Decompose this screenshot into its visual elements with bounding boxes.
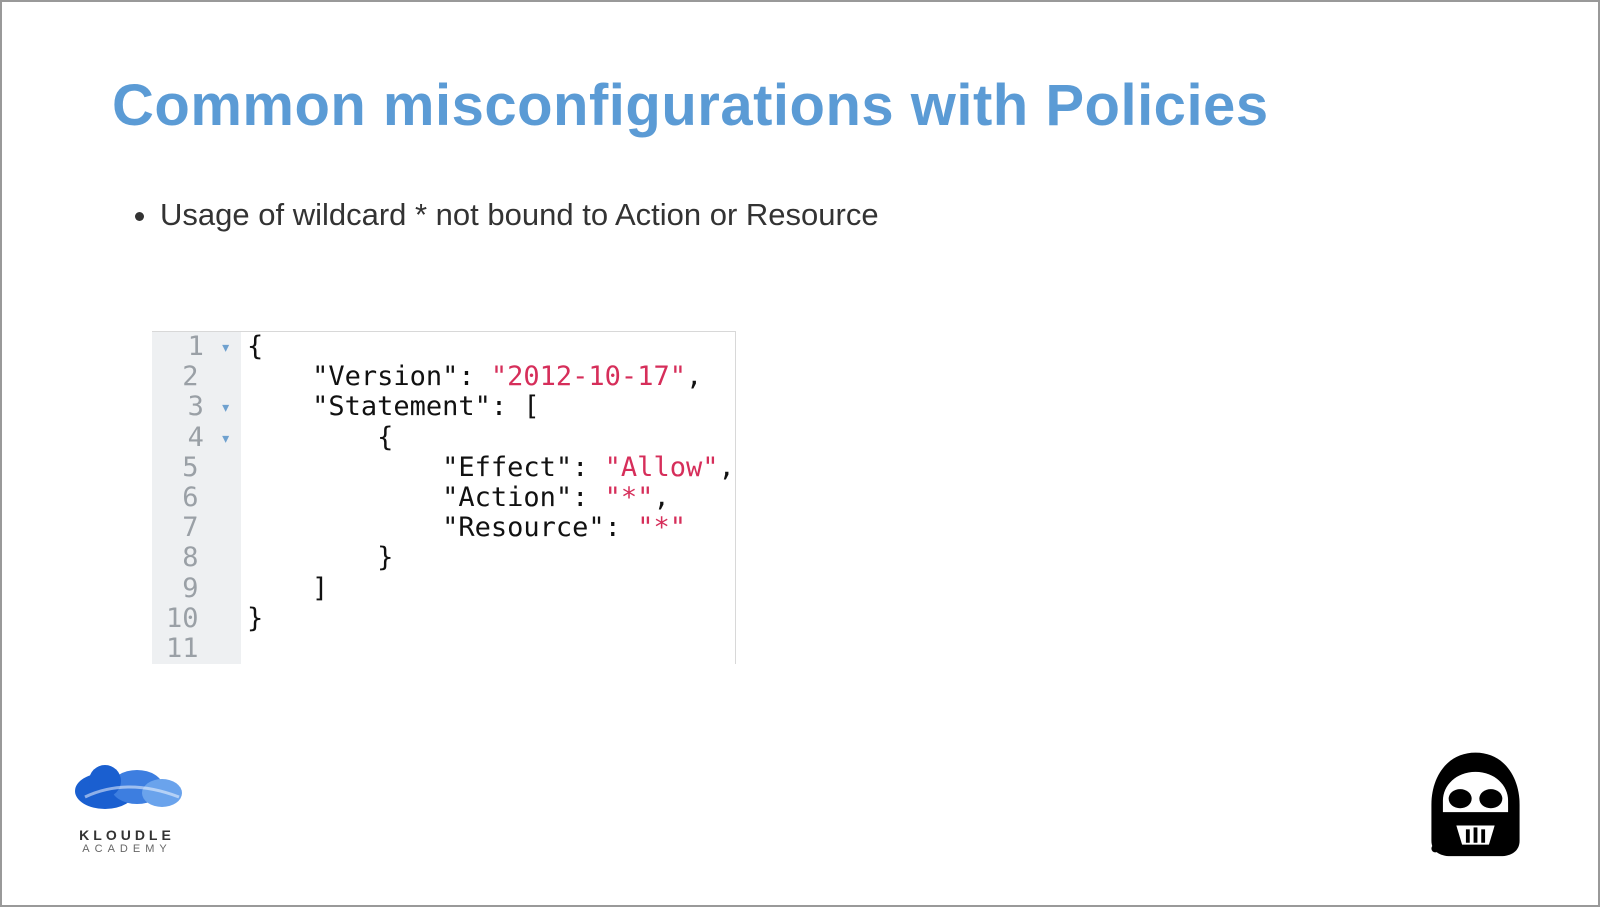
code-line-number: 3 ▾ bbox=[152, 392, 241, 422]
code-line: { bbox=[241, 332, 735, 362]
slide: Common misconfigurations with Policies U… bbox=[0, 0, 1600, 907]
code-line-number: 11 bbox=[152, 634, 241, 664]
slide-title: Common misconfigurations with Policies bbox=[112, 72, 1488, 139]
code-line-number: 5 bbox=[152, 453, 241, 483]
code-line-number: 4 ▾ bbox=[152, 423, 241, 453]
bullet-item: Usage of wildcard * not bound to Action … bbox=[160, 194, 1488, 236]
code-line-number: 1 ▾ bbox=[152, 332, 241, 362]
bullet-list: Usage of wildcard * not bound to Action … bbox=[112, 194, 1488, 236]
vader-helmet-icon bbox=[1418, 745, 1533, 860]
code-line: ] bbox=[241, 574, 735, 604]
code-line-number: 10 bbox=[152, 604, 241, 634]
code-line-number: 2 bbox=[152, 362, 241, 392]
brand-name: KLOUDLE bbox=[67, 827, 187, 843]
code-line bbox=[241, 634, 735, 664]
code-block: 1 ▾{2 "Version": "2012-10-17",3 ▾ "State… bbox=[152, 331, 736, 665]
code-line: "Action": "*", bbox=[241, 483, 735, 513]
mascot-icon bbox=[1418, 745, 1533, 860]
cloud-logo-icon bbox=[67, 757, 187, 812]
code-line: "Statement": [ bbox=[241, 392, 735, 422]
code-line-number: 8 bbox=[152, 543, 241, 573]
brand-subtitle: ACADEMY bbox=[67, 843, 187, 855]
code-line: "Effect": "Allow", bbox=[241, 453, 735, 483]
code-line: "Version": "2012-10-17", bbox=[241, 362, 735, 392]
code-line-number: 6 bbox=[152, 483, 241, 513]
brand-logo: KLOUDLE ACADEMY bbox=[67, 757, 187, 855]
code-line: } bbox=[241, 543, 735, 573]
code-line: { bbox=[241, 423, 735, 453]
code-line-number: 9 bbox=[152, 574, 241, 604]
code-line: "Resource": "*" bbox=[241, 513, 735, 543]
code-line-number: 7 bbox=[152, 513, 241, 543]
code-line: } bbox=[241, 604, 735, 634]
